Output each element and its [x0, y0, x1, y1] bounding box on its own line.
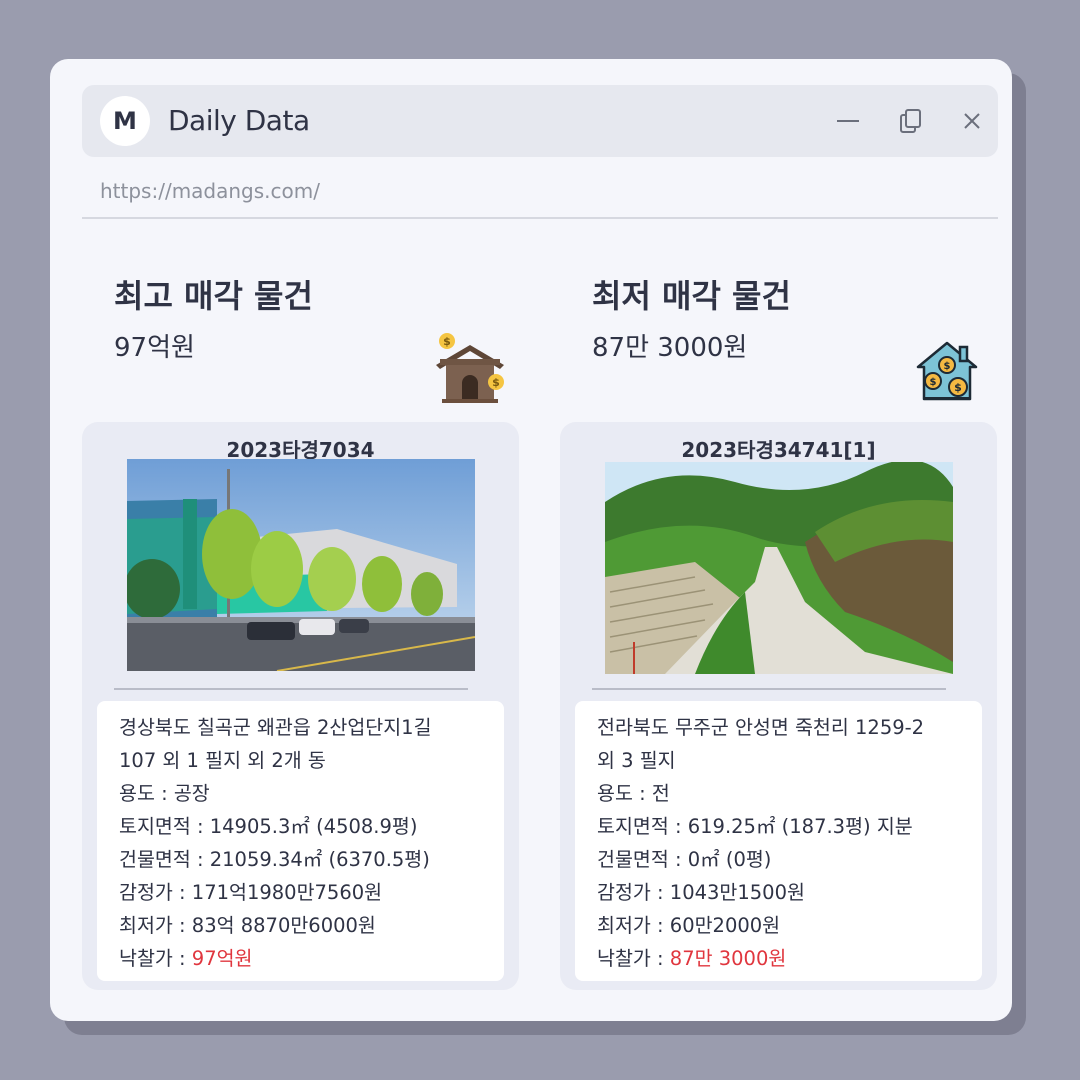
house-money-icon: $ $ — [436, 333, 504, 403]
header-divider — [82, 217, 998, 219]
highest-section-title: 최고 매각 물건 — [114, 277, 313, 315]
usage: 용도 : 전 — [597, 782, 670, 805]
card-divider — [114, 688, 468, 690]
winning-bid: 낙찰가 : 97억원 — [119, 942, 482, 975]
svg-text:$: $ — [954, 381, 962, 394]
minimize-icon[interactable] — [834, 107, 862, 135]
svg-text:$: $ — [944, 361, 951, 372]
appraisal-price: 감정가 : 171억1980만7560원 — [119, 881, 383, 904]
lowest-property-card[interactable]: 2023타경34741[1] 전라북도 무주군 안성면 죽천리 1259-2 외… — [560, 422, 997, 990]
highest-price: 97억원 — [114, 333, 195, 363]
minimum-price: 최저가 : 83억 8870만6000원 — [119, 914, 376, 937]
restore-icon[interactable] — [897, 107, 925, 135]
highest-property-card[interactable]: 2023타경7034 경상북도 칠곡군 왜관읍 2산업단지1길 107 외 1 … — [82, 422, 519, 990]
farmland-photo — [605, 462, 953, 674]
winning-bid-label: 낙찰가 : — [597, 947, 670, 970]
winning-bid: 낙찰가 : 87만 3000원 — [597, 942, 960, 975]
building-area: 건물면적 : 21059.34㎡ (6370.5평) — [119, 848, 430, 871]
property-details: 경상북도 칠곡군 왜관읍 2산업단지1길 107 외 1 필지 외 2개 동 용… — [97, 701, 504, 981]
app-logo: M — [100, 96, 150, 146]
address-line-2: 외 3 필지 — [597, 749, 676, 772]
svg-text:$: $ — [930, 377, 937, 388]
card-divider — [592, 688, 946, 690]
title-bar: M Daily Data — [82, 85, 998, 157]
appraisal-price: 감정가 : 1043만1500원 — [597, 881, 805, 904]
address-line-1: 경상북도 칠곡군 왜관읍 2산업단지1길 — [119, 716, 432, 739]
winning-bid-label: 낙찰가 : — [119, 947, 192, 970]
winning-bid-value: 87만 3000원 — [669, 947, 787, 970]
app-title: Daily Data — [168, 104, 310, 137]
address-line-2: 107 외 1 필지 외 2개 동 — [119, 749, 326, 772]
svg-text:$: $ — [443, 335, 451, 348]
close-icon[interactable] — [958, 107, 986, 135]
svg-text:$: $ — [492, 376, 500, 389]
land-area: 토지면적 : 14905.3㎡ (4508.9평) — [119, 815, 418, 838]
usage: 용도 : 공장 — [119, 782, 210, 805]
winning-bid-value: 97억원 — [191, 947, 253, 970]
factory-photo — [127, 459, 475, 671]
lowest-price: 87만 3000원 — [592, 333, 748, 363]
minimum-price: 최저가 : 60만2000원 — [597, 914, 781, 937]
case-number: 2023타경34741[1] — [681, 438, 876, 462]
address-line-1: 전라북도 무주군 안성면 죽천리 1259-2 — [597, 716, 925, 739]
house-coins-icon: $ $ $ — [916, 341, 978, 401]
building-area: 건물면적 : 0㎡ (0평) — [597, 848, 772, 871]
app-window: M Daily Data https://madangs.com/ 최고 매각 … — [50, 59, 1012, 1021]
url-text[interactable]: https://madangs.com/ — [100, 179, 320, 203]
property-details: 전라북도 무주군 안성면 죽천리 1259-2 외 3 필지 용도 : 전 토지… — [575, 701, 982, 981]
land-area: 토지면적 : 619.25㎡ (187.3평) 지분 — [597, 815, 913, 838]
lowest-section-title: 최저 매각 물건 — [592, 277, 791, 315]
